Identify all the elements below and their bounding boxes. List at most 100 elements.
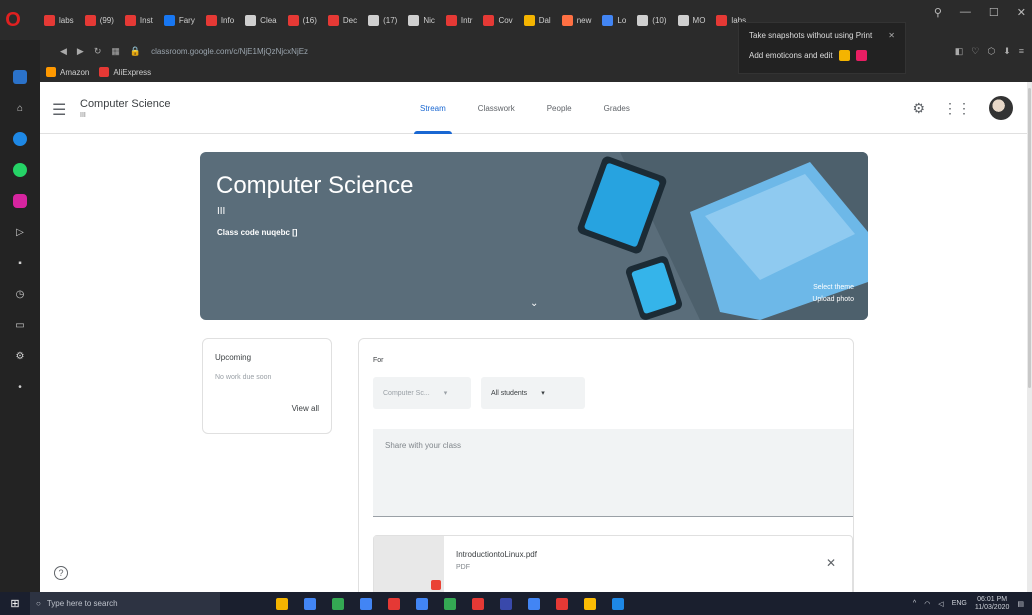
language-indicator[interactable]: ENG xyxy=(952,600,967,607)
browser-tab[interactable]: (10) xyxy=(633,5,670,35)
chevron-down-icon: ▾ xyxy=(443,390,448,397)
volume-icon[interactable]: ◁ xyxy=(938,600,943,608)
tab-favicon-icon xyxy=(445,14,457,26)
emoji-icon xyxy=(838,50,850,61)
tab-people[interactable]: People xyxy=(531,82,588,134)
view-all-link[interactable]: View all xyxy=(292,404,319,413)
taskbar-app-icon[interactable] xyxy=(276,597,288,610)
bookmark-item[interactable]: Amazon xyxy=(46,67,89,77)
browser-tab[interactable]: Intr xyxy=(442,5,477,35)
start-button[interactable]: ⊞ xyxy=(0,597,30,610)
maximize-button[interactable]: ☐ xyxy=(989,6,999,19)
settings-sidebar-icon[interactable]: ⚙ xyxy=(13,349,27,363)
attachment-name[interactable]: IntroductiontoLinux.pdf xyxy=(456,550,537,559)
tooltip-close-icon[interactable]: ✕ xyxy=(888,31,895,40)
expand-chevron-icon[interactable]: ⌄ xyxy=(530,298,538,309)
speed-dial-icon[interactable]: ▦ xyxy=(111,46,120,57)
instagram-icon[interactable] xyxy=(13,194,27,208)
clock[interactable]: 06:01 PM 11/03/2020 xyxy=(975,596,1010,612)
tab-strip: labs (99) Inst Fary Info Clea (16) Dec (17) Nic In… xyxy=(26,0,750,40)
tab-label: labs xyxy=(59,15,74,25)
opera-sidebar: ⌂ ▷ ▪ ◷ ▭ ⚙ • xyxy=(0,40,40,592)
reload-icon[interactable]: ↻ xyxy=(94,46,102,57)
sticker-icon xyxy=(855,50,867,61)
page-scrollbar[interactable] xyxy=(1027,82,1032,592)
taskbar-app-icon[interactable] xyxy=(556,597,568,610)
workspace-icon[interactable] xyxy=(13,70,27,84)
taskbar-app-icon[interactable] xyxy=(360,597,372,610)
taskbar-app-icon[interactable] xyxy=(444,597,456,610)
taskbar-app-icon[interactable] xyxy=(584,597,596,610)
browser-tab[interactable]: Nic xyxy=(404,5,439,35)
notifications-icon[interactable]: ▤ xyxy=(1017,600,1024,608)
chevron-down-icon: ▾ xyxy=(541,390,545,397)
browser-tab[interactable]: Dec xyxy=(324,5,361,35)
player-icon[interactable]: ▷ xyxy=(13,225,27,239)
taskbar-app-icon[interactable] xyxy=(332,597,344,610)
browser-tab[interactable]: MO xyxy=(674,5,710,35)
browser-tab[interactable]: Lo xyxy=(598,5,630,35)
download-icon[interactable]: ⬇ xyxy=(1003,46,1011,57)
browser-tab[interactable]: (17) xyxy=(364,5,401,35)
back-icon[interactable]: ◀ xyxy=(60,46,67,57)
messenger-icon[interactable] xyxy=(13,132,27,146)
bookmarks-sidebar-icon[interactable]: ▪ xyxy=(13,256,27,270)
wifi-icon[interactable]: ◠ xyxy=(924,600,930,608)
tabs-icon[interactable]: ▭ xyxy=(13,318,27,332)
tab-label: MO xyxy=(692,15,706,25)
tab-stream[interactable]: Stream xyxy=(404,82,462,134)
tab-classwork[interactable]: Classwork xyxy=(462,82,531,134)
home-icon[interactable]: ⌂ xyxy=(13,101,27,115)
browser-tab[interactable]: Dal xyxy=(520,5,555,35)
tray-arrow-icon[interactable]: ^ xyxy=(913,600,916,607)
taskbar-app-icon[interactable] xyxy=(500,597,512,610)
scrollbar-thumb[interactable] xyxy=(1028,88,1031,388)
taskbar-app-icon[interactable] xyxy=(528,597,540,610)
browser-tab[interactable]: labs xyxy=(40,5,78,35)
whatsapp-icon[interactable] xyxy=(13,163,27,177)
browser-tab[interactable]: (16) xyxy=(284,5,321,35)
browser-tab[interactable]: Inst xyxy=(121,5,157,35)
forward-icon[interactable]: ▶ xyxy=(77,46,84,57)
browser-tab[interactable]: Fary xyxy=(160,5,199,35)
browser-tab[interactable]: Info xyxy=(202,5,238,35)
class-code[interactable]: Class code nuqebc [] xyxy=(217,228,297,237)
extensions-icon[interactable]: ⬡ xyxy=(987,46,995,57)
help-icon[interactable]: ? xyxy=(54,566,68,580)
browser-tab[interactable]: (99) xyxy=(81,5,118,35)
search-tabs-icon[interactable]: ⚲ xyxy=(934,6,942,19)
minimize-button[interactable]: — xyxy=(960,6,971,19)
hamburger-menu-icon[interactable]: ☰ xyxy=(52,100,66,120)
more-icon[interactable]: • xyxy=(13,380,27,394)
browser-tab[interactable]: Cov xyxy=(479,5,516,35)
close-window-button[interactable]: ✕ xyxy=(1017,6,1026,19)
students-select[interactable]: All students ▾ xyxy=(481,377,585,409)
opera-logo-icon[interactable]: O xyxy=(0,7,26,33)
upload-photo-link[interactable]: Upload photo xyxy=(812,294,854,306)
classroom-header: ☰ Computer Science III Stream Classwork Pe… xyxy=(40,82,1027,134)
browser-tab[interactable]: new xyxy=(558,5,596,35)
url-field[interactable]: classroom.google.com/c/NjE1MjQzNjcxNjEz xyxy=(151,47,308,56)
class-select[interactable]: Computer Sc... ▾ xyxy=(373,377,471,409)
taskbar-search[interactable]: ○ Type here to search xyxy=(30,592,220,615)
remove-attachment-icon[interactable]: ✕ xyxy=(826,556,836,570)
taskbar-app-icon[interactable] xyxy=(472,597,484,610)
taskbar-app-icon[interactable] xyxy=(304,597,316,610)
apps-grid-icon[interactable]: ⋮⋮ xyxy=(943,100,971,117)
attachment-card[interactable]: IntroductiontoLinux.pdf PDF ✕ xyxy=(373,535,853,592)
tab-grades[interactable]: Grades xyxy=(588,82,646,134)
snapshot-icon[interactable]: ◧ xyxy=(955,46,964,57)
menu-icon[interactable]: ≡ xyxy=(1019,46,1024,56)
share-textarea[interactable]: Share with your class xyxy=(373,429,853,517)
taskbar-app-icon[interactable] xyxy=(416,597,428,610)
bookmark-icon[interactable]: ♡ xyxy=(971,46,979,57)
settings-gear-icon[interactable]: ⚙ xyxy=(912,100,925,117)
history-icon[interactable]: ◷ xyxy=(13,287,27,301)
taskbar-app-icon[interactable] xyxy=(612,597,624,610)
bookmark-item[interactable]: AliExpress xyxy=(99,67,151,77)
select-theme-link[interactable]: Select theme xyxy=(812,282,854,294)
browser-tab[interactable]: Clea xyxy=(241,5,280,35)
taskbar-app-icon[interactable] xyxy=(388,597,400,610)
avatar[interactable] xyxy=(989,96,1013,120)
class-name[interactable]: Computer Science xyxy=(80,98,171,110)
